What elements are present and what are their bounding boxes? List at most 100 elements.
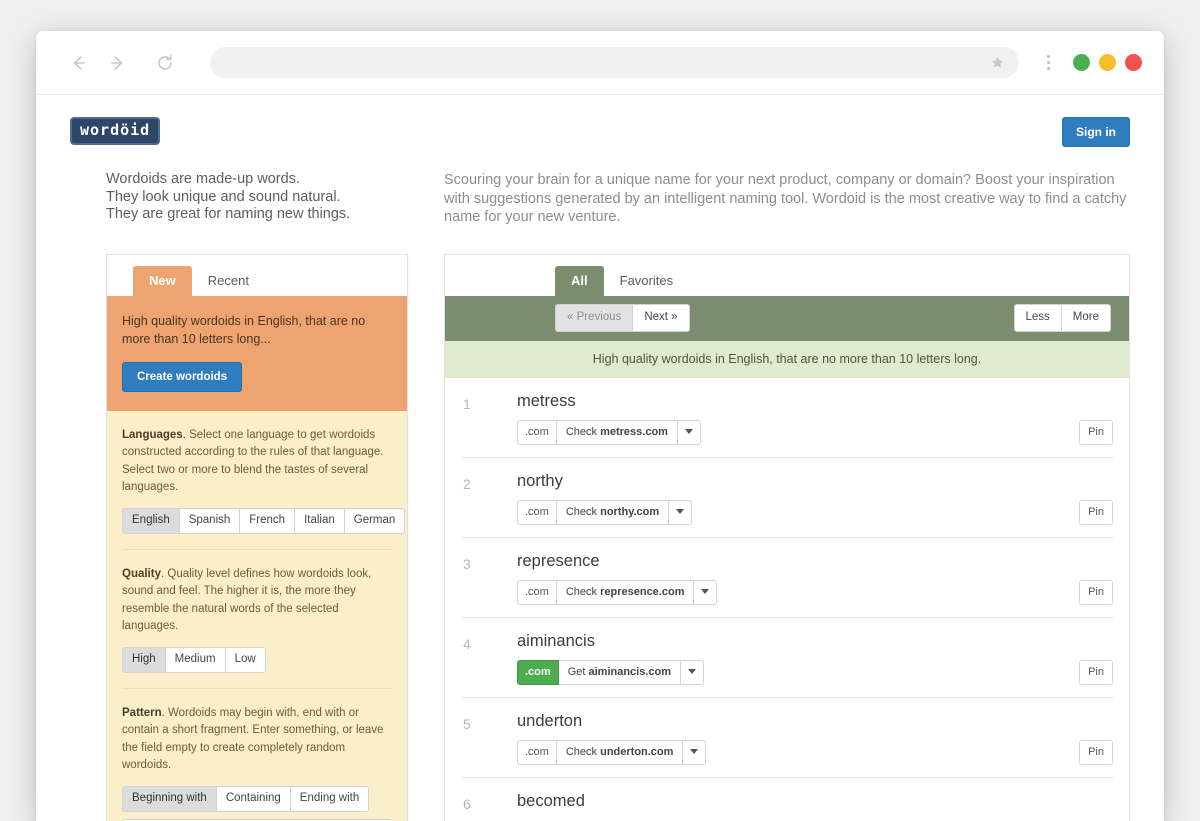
settings-tabs: New Recent [107, 255, 407, 296]
row-index: 2 [461, 472, 517, 492]
option-quality-title: Quality [122, 568, 161, 580]
option-group-pattern: Pattern. Wordoids may begin with, end wi… [122, 689, 392, 821]
domain-name: aiminancis.com [588, 666, 671, 678]
forward-icon[interactable] [102, 48, 132, 78]
logo-text: wordöid [80, 123, 150, 138]
language-english[interactable]: English [122, 508, 180, 534]
more-button[interactable]: More [1062, 304, 1111, 332]
pin-button[interactable]: Pin [1079, 660, 1113, 685]
row-content: metress .com Check metress.com [517, 392, 1113, 445]
window-dot-close[interactable] [1073, 54, 1090, 71]
chevron-down-icon[interactable] [669, 500, 692, 525]
address-bar[interactable] [210, 47, 1019, 78]
tagline-line-2: They look unique and sound natural. [106, 189, 408, 207]
density-group: Less More [1014, 304, 1112, 332]
pattern-beginning-with[interactable]: Beginning with [122, 786, 217, 812]
wordoid-logo[interactable]: wordöid [70, 117, 160, 145]
browser-chrome-bar [36, 31, 1164, 95]
table-row: 6 becomed [461, 778, 1113, 821]
check-domain-button[interactable]: Check metress.com [557, 420, 678, 445]
domain-name: represence.com [600, 586, 684, 598]
check-action-label: Check [566, 586, 597, 598]
pin-button[interactable]: Pin [1079, 580, 1113, 605]
quality-medium[interactable]: Medium [166, 647, 226, 673]
settings-summary-banner: High quality wordoids in English, that a… [107, 296, 407, 411]
bookmark-star-icon[interactable] [990, 55, 1005, 70]
option-group-languages: Languages. Select one language to get wo… [122, 411, 392, 550]
chevron-down-icon[interactable] [694, 580, 717, 605]
previous-button[interactable]: « Previous [555, 304, 633, 332]
main-columns: New Recent High quality wordoids in Engl… [70, 254, 1130, 821]
chevron-down-icon[interactable] [681, 660, 704, 685]
row-index: 4 [461, 632, 517, 652]
table-row: 3 represence .com Check represence.com P… [461, 538, 1113, 618]
results-summary-banner: High quality wordoids in English, that a… [445, 341, 1129, 378]
tab-new[interactable]: New [133, 266, 192, 296]
reload-icon[interactable] [150, 48, 180, 78]
settings-options: Languages. Select one language to get wo… [107, 411, 407, 821]
results-column: All Favorites « Previous Next » Less Mor… [408, 254, 1130, 821]
row-content: represence .com Check represence.com [517, 552, 1113, 605]
window-dot-minimize[interactable] [1099, 54, 1116, 71]
option-group-quality: Quality. Quality level defines how wordo… [122, 550, 392, 689]
pin-button[interactable]: Pin [1079, 420, 1113, 445]
check-domain-button[interactable]: Check represence.com [557, 580, 695, 605]
option-pattern-desc: Pattern. Wordoids may begin with, end wi… [122, 705, 392, 775]
row-index: 5 [461, 712, 517, 732]
tab-favorites[interactable]: Favorites [604, 266, 689, 296]
next-button[interactable]: Next » [633, 304, 689, 332]
language-spanish[interactable]: Spanish [180, 508, 241, 534]
check-action-label: Check [566, 426, 597, 438]
window-controls [1073, 54, 1142, 71]
table-row: 1 metress .com Check metress.com Pin [461, 378, 1113, 458]
results-toolbar: « Previous Next » Less More [445, 296, 1129, 341]
domain-group: .com Get aiminancis.com [517, 660, 704, 685]
tagline-line-1: Wordoids are made-up words. [106, 171, 408, 189]
quality-low[interactable]: Low [226, 647, 266, 673]
site-header: wordöid Sign in [70, 95, 1130, 147]
option-pattern-title: Pattern [122, 707, 162, 719]
table-row: 5 underton .com Check underton.com Pin [461, 698, 1113, 778]
check-action-label: Check [566, 506, 597, 518]
check-action-label: Get [568, 666, 586, 678]
pin-button[interactable]: Pin [1079, 740, 1113, 765]
pattern-ending-with[interactable]: Ending with [291, 786, 369, 812]
back-icon[interactable] [64, 48, 94, 78]
row-content: becomed [517, 792, 1113, 820]
domain-name: underton.com [600, 746, 673, 758]
intro-paragraph: Scouring your brain for a unique name fo… [408, 171, 1130, 227]
check-domain-button[interactable]: Check northy.com [557, 500, 669, 525]
domain-name: northy.com [600, 506, 659, 518]
quality-high[interactable]: High [122, 647, 166, 673]
window-dot-maximize[interactable] [1125, 54, 1142, 71]
row-content: underton .com Check underton.com [517, 712, 1113, 765]
domain-group: .com Check represence.com [517, 580, 717, 605]
pattern-containing[interactable]: Containing [217, 786, 291, 812]
tagline: Wordoids are made-up words. They look un… [70, 171, 408, 227]
get-domain-button[interactable]: Get aiminancis.com [559, 660, 681, 685]
tab-recent[interactable]: Recent [192, 266, 265, 296]
less-button[interactable]: Less [1014, 304, 1062, 332]
tab-all[interactable]: All [555, 266, 604, 296]
browser-menu-icon[interactable] [1037, 50, 1059, 76]
sign-in-button[interactable]: Sign in [1062, 117, 1130, 147]
chevron-down-icon[interactable] [683, 740, 706, 765]
language-french[interactable]: French [240, 508, 295, 534]
table-row: 4 aiminancis .com Get aiminancis.com Pin [461, 618, 1113, 698]
language-german[interactable]: German [345, 508, 406, 534]
check-domain-button[interactable]: Check underton.com [557, 740, 684, 765]
wordoid-name: underton [517, 712, 1113, 731]
pagination-group: « Previous Next » [555, 304, 690, 332]
domain-group: .com Check underton.com [517, 740, 706, 765]
wordoid-name: becomed [517, 792, 1113, 811]
option-pattern-text: . Wordoids may begin with, end with or c… [122, 707, 383, 772]
domain-group: .com Check metress.com [517, 420, 701, 445]
language-italian[interactable]: Italian [295, 508, 345, 534]
wordoid-name: metress [517, 392, 1113, 411]
chevron-down-icon[interactable] [678, 420, 701, 445]
row-index: 1 [461, 392, 517, 412]
pin-button[interactable]: Pin [1079, 500, 1113, 525]
row-content: northy .com Check northy.com [517, 472, 1113, 525]
wordoid-name: represence [517, 552, 1113, 571]
create-wordoids-button[interactable]: Create wordoids [122, 362, 242, 392]
